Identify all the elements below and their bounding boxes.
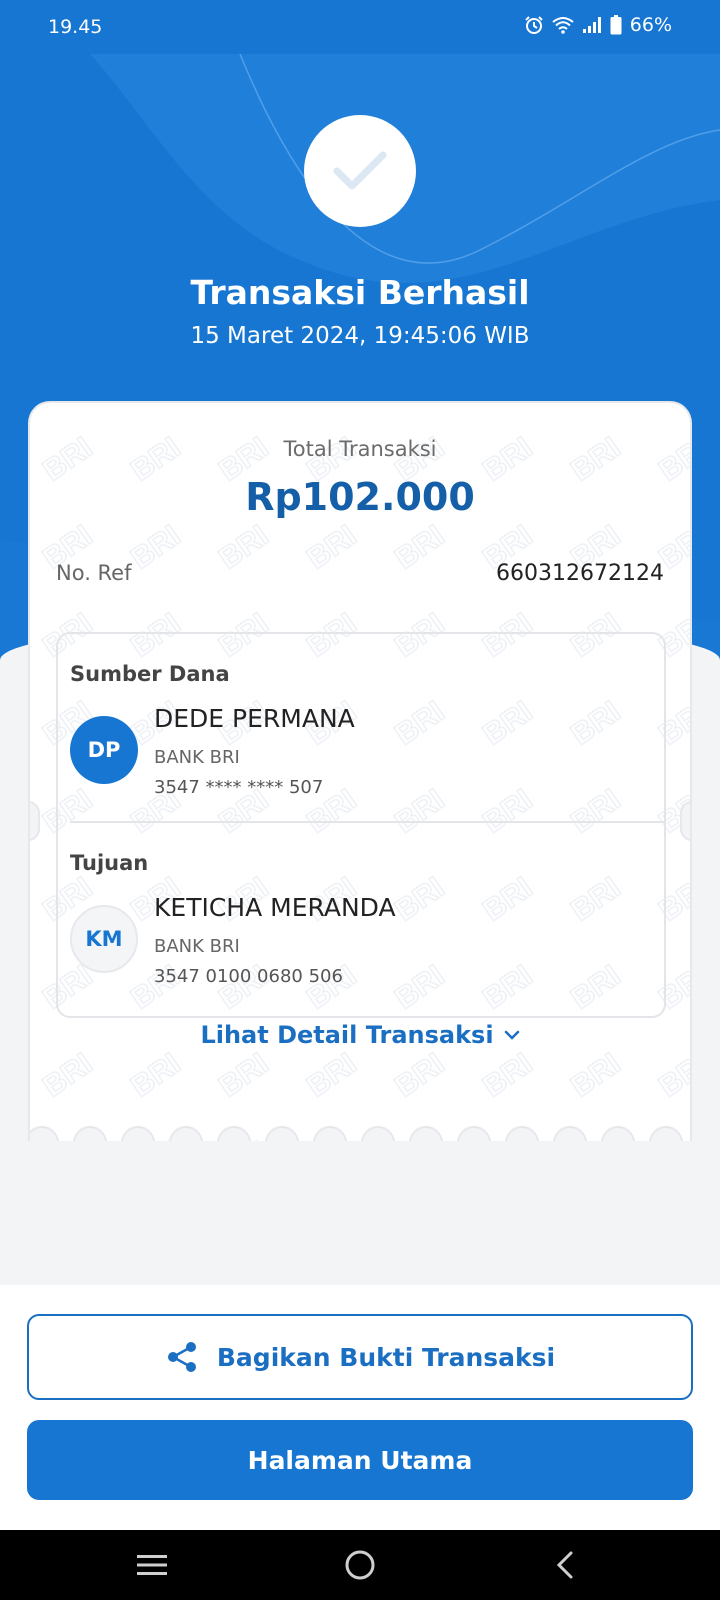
recent-apps-button[interactable] [112,1530,192,1600]
share-icon [167,1342,196,1372]
destination-bank: BANK BRI [154,936,240,957]
ticket-scallop [73,1126,107,1141]
ticket-scallop [121,1126,155,1141]
wifi-icon [552,17,574,34]
battery-icon [610,15,622,35]
ticket-scallop [553,1126,587,1141]
checkmark-icon [333,151,387,190]
system-nav-bar [0,1530,720,1600]
destination-section-label: Tujuan [70,851,149,875]
destination-avatar: KM [70,905,138,973]
success-badge [304,115,416,227]
destination-account: 3547 0100 0680 506 [154,966,343,987]
ticket-scallop [457,1126,491,1141]
ticket-scallop [601,1126,635,1141]
ref-value: 660312672124 [496,561,664,586]
ticket-scallop [313,1126,347,1141]
source-account: 3547 **** **** 507 [154,777,324,798]
chevron-down-icon [504,1030,519,1040]
ticket-notch-left [30,801,40,841]
ticket-scallop [169,1126,203,1141]
home-nav-button[interactable] [320,1530,400,1600]
source-bank: BANK BRI [154,747,240,768]
source-name: DEDE PERMANA [154,704,355,733]
battery-percent: 66% [629,14,672,36]
receipt-card: BRI Total Transaksi Rp102.000 No. Ref 66… [28,401,692,1141]
ticket-scallop [217,1126,251,1141]
source-section-label: Sumber Dana [70,662,230,686]
status-time: 19.45 [48,16,103,38]
page-title: Transaksi Berhasil [190,273,530,312]
signal-icon [582,17,601,33]
home-button[interactable]: Halaman Utama [27,1420,693,1500]
transaction-datetime: 15 Maret 2024, 19:45:06 WIB [190,323,530,349]
ticket-notch-right [680,801,690,841]
share-button-label: Bagikan Bukti Transaksi [216,1342,556,1372]
back-icon [556,1551,573,1579]
home-circle-icon [345,1550,375,1580]
source-avatar: DP [70,716,138,784]
ticket-scallop [361,1126,395,1141]
divider [70,821,664,823]
ticket-scallop [649,1126,683,1141]
view-detail-link[interactable]: Lihat Detail Transaksi [30,1021,690,1049]
ticket-scallop [265,1126,299,1141]
ticket-scallop [30,1126,59,1141]
ref-label: No. Ref [56,561,132,585]
transfer-parties: Sumber Dana DP DEDE PERMANA BANK BRI 354… [56,632,666,1018]
share-receipt-button[interactable]: Bagikan Bukti Transaksi [27,1314,693,1400]
bottom-actions: Bagikan Bukti Transaksi Halaman Utama [0,1285,720,1530]
alarm-icon [525,16,543,34]
total-label: Total Transaksi [283,437,437,461]
destination-name: KETICHA MERANDA [154,893,396,922]
back-nav-button[interactable] [525,1530,605,1600]
status-icons: 66% [524,14,672,36]
ticket-edge [30,1126,683,1141]
home-button-label: Halaman Utama [247,1445,473,1475]
view-detail-label: Lihat Detail Transaksi [200,1021,494,1049]
ticket-scallop [409,1126,443,1141]
menu-icon [137,1555,167,1575]
status-bar: 19.45 66% [0,0,720,54]
total-amount: Rp102.000 [245,475,475,519]
ticket-scallop [505,1126,539,1141]
